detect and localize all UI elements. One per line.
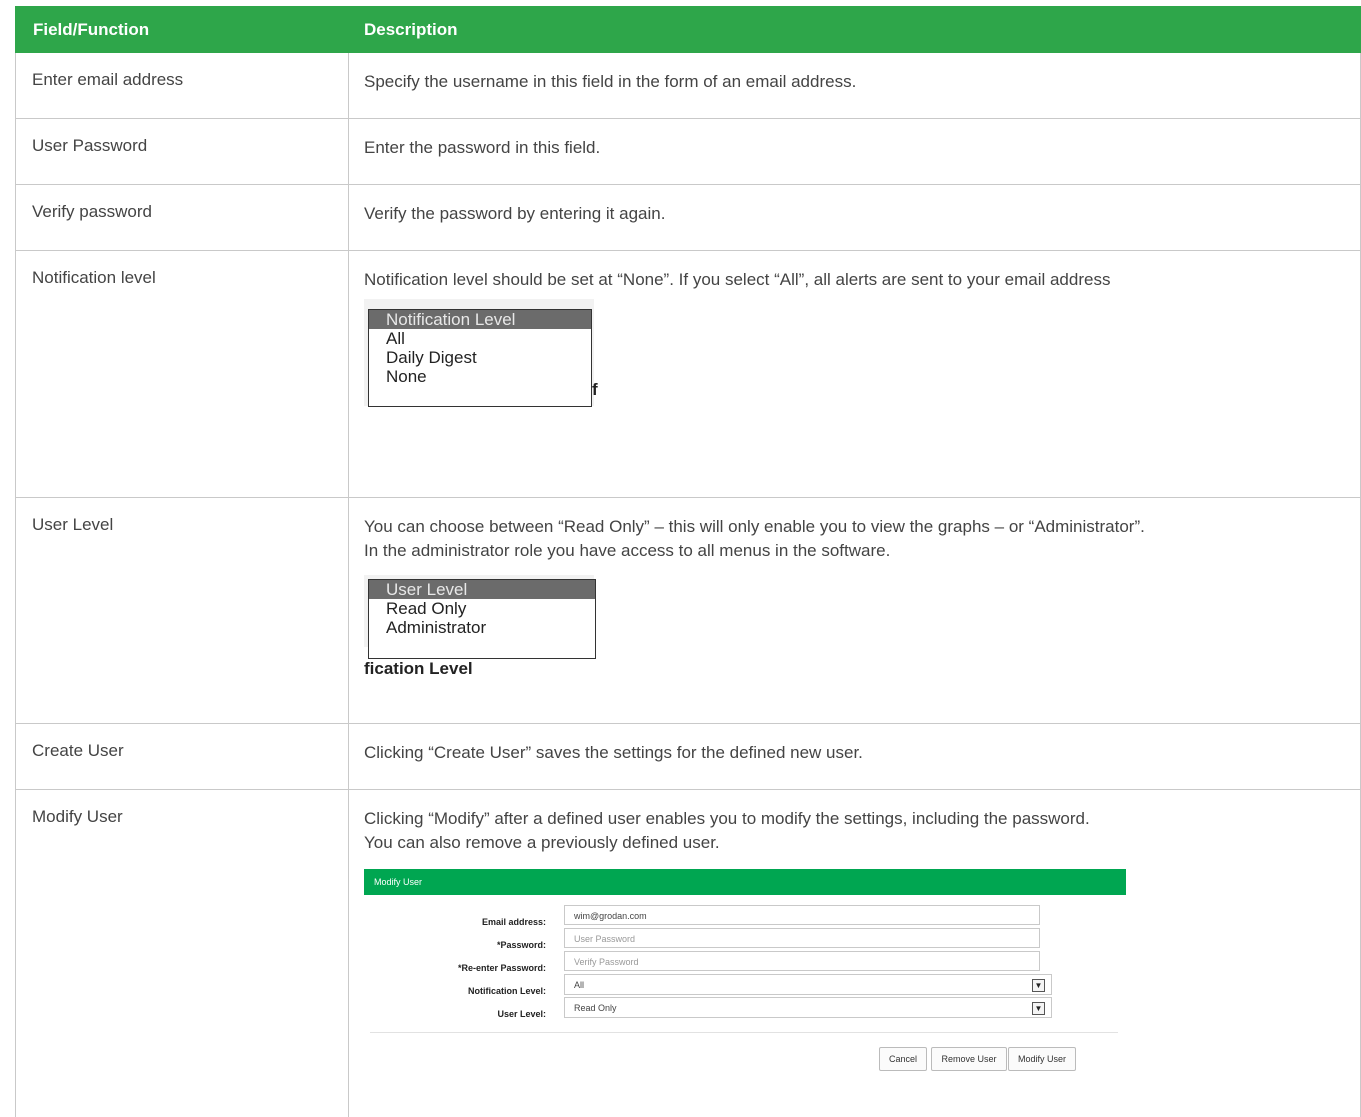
chevron-down-icon[interactable]: ▼ bbox=[1032, 1002, 1045, 1015]
chevron-down-icon[interactable]: ▼ bbox=[1032, 979, 1045, 992]
email-field[interactable]: wim@grodan.com bbox=[564, 905, 1040, 925]
table-row: User Level You can choose between “Read … bbox=[16, 498, 1361, 724]
field-description: Clicking “Create User” saves the setting… bbox=[349, 724, 1361, 790]
table-row: Notification level Notification level sh… bbox=[16, 251, 1361, 498]
notification-level-select[interactable]: All ▼ bbox=[564, 974, 1052, 995]
user-level-dropdown-image: User Level Read Only Administrator ficat… bbox=[364, 575, 594, 647]
password-row: *Password: User Password bbox=[364, 928, 1126, 950]
table-row: Modify User Clicking “Modify” after a de… bbox=[16, 790, 1361, 1117]
dropdown-option[interactable]: All bbox=[369, 329, 591, 348]
user-level-select[interactable]: Read Only ▼ bbox=[564, 997, 1052, 1018]
dropdown-option[interactable]: Daily Digest bbox=[369, 348, 591, 367]
email-row: Email address: wim@grodan.com bbox=[364, 905, 1126, 927]
table-row: User Password Enter the password in this… bbox=[16, 119, 1361, 185]
modify-user-button[interactable]: Modify User bbox=[1008, 1047, 1076, 1071]
notification-level-dropdown-image: Notification Level All Daily Digest None… bbox=[364, 299, 594, 406]
user-level-label: User Level: bbox=[497, 1002, 546, 1026]
field-description: Clicking “Modify” after a defined user e… bbox=[349, 790, 1361, 1117]
table-row: Verify password Verify the password by e… bbox=[16, 185, 1361, 251]
cropped-label-fragment: f bbox=[592, 378, 598, 402]
field-name: Modify User bbox=[16, 790, 349, 1117]
notification-level-row: Notification Level: All ▼ bbox=[364, 974, 1126, 996]
dropdown-option-selected[interactable]: Notification Level bbox=[369, 310, 591, 329]
modify-user-panel-title: Modify User bbox=[364, 869, 1126, 895]
user-level-value: Read Only bbox=[574, 1003, 617, 1013]
notification-level-value: All bbox=[574, 980, 584, 990]
field-name: Create User bbox=[16, 724, 349, 790]
dropdown-option[interactable]: Read Only bbox=[369, 599, 595, 618]
field-description: You can choose between “Read Only” – thi… bbox=[349, 498, 1361, 724]
table-row: Create User Clicking “Create User” saves… bbox=[16, 724, 1361, 790]
field-description: Enter the password in this field. bbox=[349, 119, 1361, 185]
dropdown-option[interactable]: None bbox=[369, 367, 591, 386]
cropped-label-fragment: fication Level bbox=[364, 657, 473, 681]
field-description: Verify the password by entering it again… bbox=[349, 185, 1361, 251]
field-name: User Password bbox=[16, 119, 349, 185]
dropdown-option[interactable]: Administrator bbox=[369, 618, 595, 637]
field-name: Notification level bbox=[16, 251, 349, 498]
field-name: User Level bbox=[16, 498, 349, 724]
password-field[interactable]: User Password bbox=[564, 928, 1040, 948]
field-description: Specify the username in this field in th… bbox=[349, 53, 1361, 119]
header-field-function: Field/Function bbox=[16, 7, 349, 53]
field-description: Notification level should be set at “Non… bbox=[349, 251, 1361, 498]
cancel-button[interactable]: Cancel bbox=[879, 1047, 927, 1071]
field-name: Enter email address bbox=[16, 53, 349, 119]
remove-user-button[interactable]: Remove User bbox=[931, 1047, 1007, 1071]
header-description: Description bbox=[349, 7, 1361, 53]
notification-level-listbox[interactable]: Notification Level All Daily Digest None bbox=[368, 309, 592, 407]
field-name: Verify password bbox=[16, 185, 349, 251]
field-description-table: Field/Function Description Enter email a… bbox=[15, 6, 1361, 1117]
reenter-password-field[interactable]: Verify Password bbox=[564, 951, 1040, 971]
user-level-listbox[interactable]: User Level Read Only Administrator bbox=[368, 579, 596, 659]
modify-user-panel: Modify User Email address: wim@grodan.co… bbox=[364, 869, 1126, 1079]
divider bbox=[370, 1032, 1118, 1033]
reenter-password-row: *Re-enter Password: Verify Password bbox=[364, 951, 1126, 973]
table-row: Enter email address Specify the username… bbox=[16, 53, 1361, 119]
user-level-row: User Level: Read Only ▼ bbox=[364, 997, 1126, 1019]
dropdown-option-selected[interactable]: User Level bbox=[369, 580, 595, 599]
